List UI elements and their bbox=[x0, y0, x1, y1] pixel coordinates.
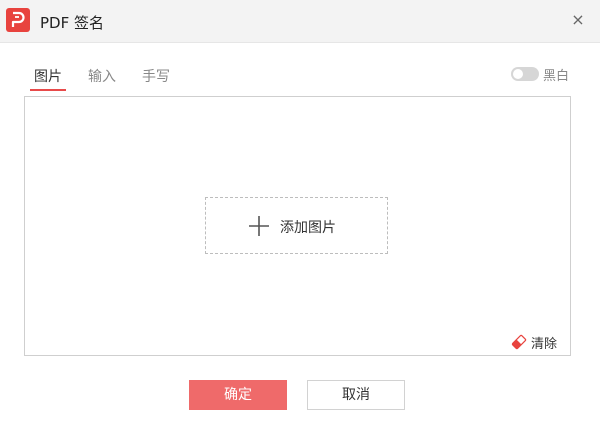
add-image-label: 添加图片 bbox=[280, 220, 336, 236]
add-image-button[interactable]: 添加图片 bbox=[205, 197, 388, 254]
pdf-logo-icon bbox=[6, 8, 30, 32]
window-title: PDF 签名 bbox=[40, 14, 104, 32]
title-bar: PDF 签名 × bbox=[0, 0, 600, 43]
tab-image[interactable]: 图片 bbox=[30, 66, 66, 91]
tab-image-label: 图片 bbox=[34, 69, 62, 85]
tab-handwrite[interactable]: 手写 bbox=[142, 66, 170, 86]
signature-canvas: 添加图片 清除 bbox=[24, 96, 571, 356]
bw-toggle-label: 黑白 bbox=[543, 69, 570, 84]
close-icon[interactable]: × bbox=[569, 11, 587, 29]
cancel-button[interactable]: 取消 bbox=[307, 380, 405, 410]
active-tab-indicator bbox=[30, 89, 66, 91]
clear-label: 清除 bbox=[531, 337, 558, 352]
tab-handwrite-label: 手写 bbox=[142, 69, 170, 85]
tab-input[interactable]: 输入 bbox=[88, 66, 116, 86]
bw-toggle-switch[interactable] bbox=[511, 67, 539, 81]
confirm-button[interactable]: 确定 bbox=[189, 380, 287, 410]
tab-input-label: 输入 bbox=[88, 69, 116, 85]
toggle-knob bbox=[513, 69, 523, 79]
eraser-icon bbox=[511, 334, 527, 350]
plus-icon bbox=[249, 216, 269, 236]
